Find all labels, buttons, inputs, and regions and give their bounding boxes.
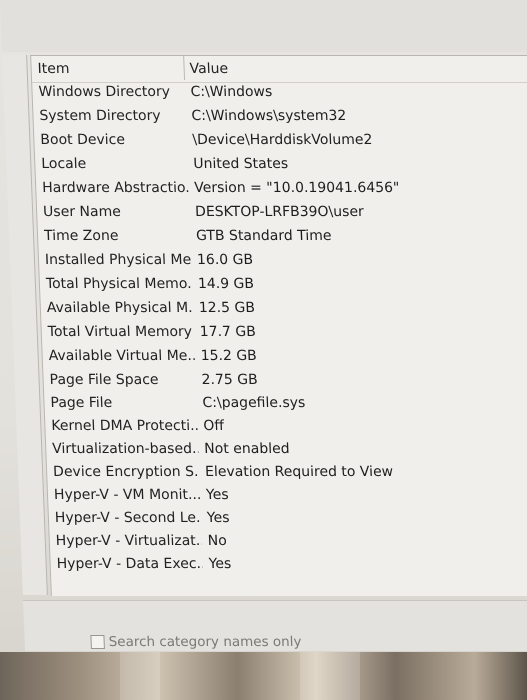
system-summary-panel: Item Value Windows Directory C:\Windows … [0,0,527,700]
table-row[interactable]: Total Virtual Memory 17.7 GB [41,324,527,347]
value-cell: Version = "10.0.19041.6456" [193,180,400,196]
table-row[interactable]: Hyper-V - Second Le... Yes [49,510,527,533]
item-cell: Hyper-V - Second Le... [54,510,202,526]
table-row[interactable]: Hardware Abstractio... Version = "10.0.1… [36,180,527,203]
table-row[interactable]: Installed Physical Me... 16.0 GB [39,252,527,275]
item-cell: Total Virtual Memory [47,324,193,340]
value-cell: 16.0 GB [196,252,254,268]
table-row[interactable]: System Directory C:\Windows\system32 [33,108,527,131]
item-cell: Hardware Abstractio... [41,180,189,196]
top-toolbar-area [0,0,527,52]
table-row[interactable]: Device Encryption S... Elevation Require… [47,464,527,487]
item-cell: User Name [42,204,122,220]
item-cell: Page File Space [49,372,159,388]
table-row[interactable]: Available Virtual Me... 15.2 GB [42,348,527,371]
item-cell: Installed Physical Me... [44,252,192,268]
system-information-window: Item Value Windows Directory C:\Windows … [0,0,527,700]
table-row[interactable]: User Name DESKTOP-LRFB39O\user [37,204,527,227]
value-cell: GTB Standard Time [195,228,332,244]
value-cell: Not enabled [203,441,290,457]
column-divider[interactable] [183,56,186,80]
value-cell: Yes [208,556,232,572]
item-cell: Available Virtual Me... [48,348,195,364]
item-cell: Boot Device [40,132,126,148]
value-cell: DESKTOP-LRFB39O\user [194,204,365,220]
item-cell: Locale [40,156,87,172]
item-cell: Time Zone [43,228,119,244]
table-row[interactable]: Windows Directory C:\Windows [32,84,527,107]
value-cell: United States [192,156,289,172]
value-cell: C:\pagefile.sys [202,395,306,411]
column-header-item[interactable]: Item [37,61,69,77]
value-cell: Yes [206,510,230,526]
table-row[interactable]: Hyper-V - Data Exec... Yes [50,556,527,579]
value-cell: Elevation Required to View [204,464,394,480]
table-row[interactable]: Time Zone GTB Standard Time [38,228,527,251]
item-cell: Virtualization-based... [51,441,199,457]
item-cell: System Directory [39,108,161,124]
value-cell: 12.5 GB [198,300,256,316]
table-row[interactable]: Kernel DMA Protecti... Off [45,418,527,441]
table-row[interactable]: Hyper-V - Virtualizat... No [49,533,527,556]
search-category-names-label[interactable]: Search category names only [108,634,301,650]
details-list[interactable]: Item Value Windows Directory C:\Windows … [30,55,527,596]
value-cell: 2.75 GB [201,372,258,388]
item-cell: Kernel DMA Protecti... [51,418,198,434]
monitor-bezel [0,652,527,700]
item-cell: Hyper-V - Virtualizat... [55,533,203,549]
item-cell: Page File [50,395,113,411]
list-header: Item Value [31,56,527,83]
bezel-reflection [120,652,160,700]
item-cell: Available Physical M... [46,300,194,316]
value-cell: C:\Windows\system32 [191,108,347,124]
value-cell: 15.2 GB [200,348,258,364]
item-cell: Device Encryption S... [52,464,200,480]
value-cell: C:\Windows [190,84,273,100]
table-row[interactable]: Total Physical Memo... 14.9 GB [40,276,527,299]
table-row[interactable]: Locale United States [35,156,527,179]
value-cell: No [207,533,228,549]
table-row[interactable]: Page File Space 2.75 GB [43,372,527,395]
item-cell: Total Physical Memo... [45,276,193,292]
search-category-names-checkbox[interactable] [90,635,105,649]
table-row[interactable]: Hyper-V - VM Monit... Yes [48,487,527,510]
value-cell: Yes [205,487,229,503]
value-cell: Off [203,418,225,434]
table-row[interactable]: Virtualization-based... Not enabled [46,441,527,464]
value-cell: 14.9 GB [197,276,255,292]
item-cell: Hyper-V - Data Exec... [56,556,203,572]
value-cell: 17.7 GB [199,324,257,340]
table-row[interactable]: Page File C:\pagefile.sys [44,395,527,418]
item-cell: Windows Directory [38,84,171,100]
column-header-value[interactable]: Value [189,61,228,77]
table-row[interactable]: Available Physical M... 12.5 GB [41,300,527,323]
value-cell: \Device\HarddiskVolume2 [192,132,373,148]
bezel-reflection [300,652,360,700]
table-row[interactable]: Boot Device \Device\HarddiskVolume2 [34,132,527,155]
item-cell: Hyper-V - VM Monit... [53,487,201,503]
